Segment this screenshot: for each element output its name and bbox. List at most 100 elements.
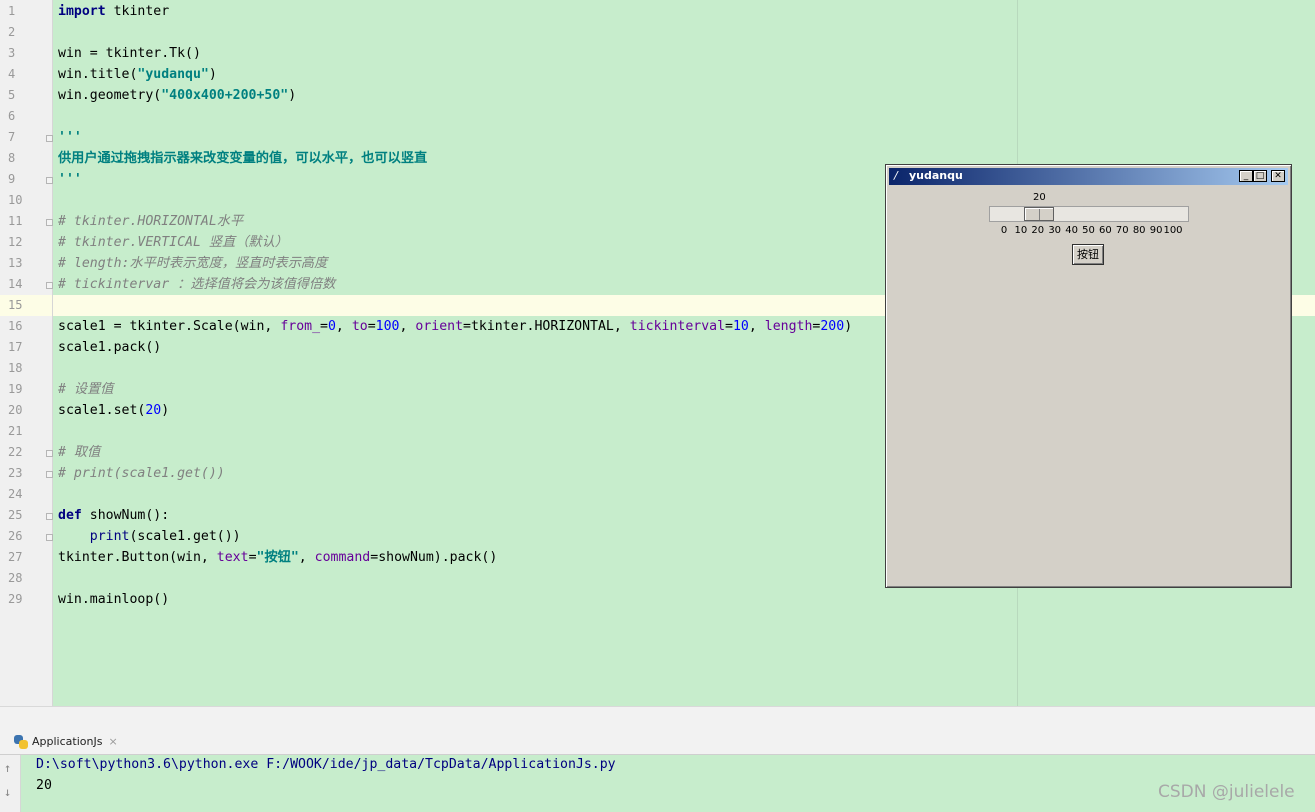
console-command-line: D:\soft\python3.6\python.exe F:/WOOK/ide… [36, 757, 616, 772]
fold-marker[interactable] [46, 450, 53, 457]
code-line[interactable]: # tickintervar ：选择值将会为该值得倍数 [58, 274, 335, 295]
code-line[interactable]: scale1.set(20) [58, 400, 169, 421]
fold-marker[interactable] [46, 219, 53, 226]
tk-window-titlebar[interactable]: / yudanqu _ □ ✕ [889, 168, 1288, 185]
close-button[interactable]: ✕ [1271, 170, 1285, 182]
code-token: # 设置值 [58, 382, 114, 397]
fold-marker[interactable] [46, 177, 53, 184]
code-line[interactable]: tkinter.Button(win, text="按钮", command=s… [58, 547, 497, 568]
scale-tick-label: 0 [1000, 225, 1008, 236]
console-output-line: 20 [36, 778, 52, 793]
scale-tick-label: 100 [1163, 225, 1183, 236]
fold-marker[interactable] [46, 135, 53, 142]
line-number: 4 [8, 67, 16, 81]
scale-trough[interactable] [989, 206, 1189, 222]
code-token: tkinter [105, 4, 170, 19]
maximize-button[interactable]: □ [1253, 170, 1267, 182]
line-number: 3 [8, 46, 16, 60]
code-token: scale1 = tkinter.Scale(win, [58, 319, 281, 334]
code-token: "按钮" [256, 550, 299, 565]
code-token: tickinterval [629, 319, 726, 334]
code-token: , [748, 319, 765, 334]
code-token: = [320, 319, 328, 334]
scale-tick-label: 10 [1014, 225, 1028, 236]
code-line[interactable]: 供用户通过拖拽指示器来改变变量的值，可以水平，也可以竖直 [58, 148, 427, 169]
code-token: to [351, 319, 368, 334]
fold-marker[interactable] [46, 534, 53, 541]
line-number: 11 [8, 214, 23, 228]
scale-slider-handle[interactable] [1024, 207, 1054, 221]
tab-applicationjs[interactable]: ApplicationJs × [8, 732, 124, 752]
code-line[interactable]: def showNum(): [58, 505, 169, 526]
code-token: "400x400+200+50" [161, 88, 289, 103]
code-line[interactable]: import tkinter [58, 1, 169, 22]
console-toolbar: ↑ ↓ [0, 755, 21, 812]
code-token: # 取值 [58, 445, 101, 460]
code-line[interactable]: # 取值 [58, 442, 100, 463]
code-line[interactable]: # print(scale1.get()) [58, 463, 225, 484]
code-line[interactable]: # tkinter.VERTICAL 竖直（默认） [58, 232, 288, 253]
code-token: from_ [280, 319, 321, 334]
code-token: (scale1.get()) [129, 529, 241, 544]
line-number: 8 [8, 151, 16, 165]
code-line[interactable]: win.mainloop() [58, 589, 169, 610]
line-number: 13 [8, 256, 23, 270]
code-line[interactable]: scale1 = tkinter.Scale(win, from_=0, to=… [58, 316, 852, 337]
code-line[interactable]: ''' [58, 127, 82, 148]
line-number: 21 [8, 424, 23, 438]
fold-marker[interactable] [46, 471, 53, 478]
code-token: win.mainloop() [58, 592, 170, 607]
panel-divider[interactable] [0, 706, 1315, 729]
line-number: 29 [8, 592, 23, 606]
run-console[interactable]: ↑ ↓ D:\soft\python3.6\python.exe F:/WOOK… [0, 755, 1315, 812]
code-token: 10 [732, 319, 749, 334]
line-number: 14 [8, 277, 23, 291]
tk-app-window[interactable]: / yudanqu _ □ ✕ 20 0 10 20 30 40 50 60 70 80 90 10… [885, 164, 1292, 588]
line-number: 22 [8, 445, 23, 459]
code-token: = [367, 319, 376, 334]
down-arrow-icon[interactable]: ↓ [4, 785, 11, 799]
close-icon[interactable]: × [108, 735, 117, 748]
line-number: 15 [8, 298, 23, 312]
fold-marker[interactable] [46, 513, 53, 520]
code-line[interactable]: ''' [58, 169, 82, 190]
code-token: "yudanqu" [137, 67, 209, 82]
code-token: 0 [327, 319, 336, 334]
scale-tick-label: 30 [1048, 225, 1062, 236]
code-line[interactable]: win = tkinter.Tk() [58, 43, 201, 64]
line-number: 2 [8, 25, 16, 39]
code-token: # tickintervar ：选择值将会为该值得倍数 [58, 277, 336, 292]
code-token: =tkinter.HORIZONTAL, [463, 319, 630, 334]
code-token: , [335, 319, 352, 334]
code-token: ) [161, 403, 170, 418]
code-line[interactable]: print(scale1.get()) [58, 526, 241, 547]
up-arrow-icon[interactable]: ↑ [4, 761, 11, 775]
code-line[interactable]: scale1.pack() [58, 337, 161, 358]
line-number: 17 [8, 340, 23, 354]
line-number: 24 [8, 487, 23, 501]
code-line[interactable]: # tkinter.HORIZONTAL水平 [58, 211, 243, 232]
code-token: scale1.pack() [58, 340, 162, 355]
action-button[interactable]: 按钮 [1072, 244, 1104, 265]
code-token: win = tkinter.Tk() [58, 46, 201, 61]
code-line[interactable]: # length:水平时表示宽度，竖直时表示高度 [58, 253, 327, 274]
code-line[interactable]: # 设置值 [58, 379, 113, 400]
code-token: 供用户通过拖拽指示器来改变变量的值，可以水平，也可以竖直 [58, 151, 428, 166]
code-token: # tkinter.HORIZONTAL水平 [58, 214, 244, 229]
code-line[interactable]: win.geometry("400x400+200+50") [58, 85, 296, 106]
line-number: 12 [8, 235, 23, 249]
fold-marker[interactable] [46, 282, 53, 289]
code-token: length [764, 319, 813, 334]
code-line[interactable]: win.title("yudanqu") [58, 64, 217, 85]
code-token: win.geometry( [58, 88, 162, 103]
minimize-button[interactable]: _ [1239, 170, 1253, 182]
code-token: ) [288, 88, 297, 103]
scale-tick-label: 40 [1065, 225, 1078, 236]
scale-tick-label: 70 [1115, 225, 1129, 236]
code-token: 200 [820, 319, 845, 334]
scale-tick-label: 50 [1082, 225, 1095, 236]
line-number: 1 [8, 4, 16, 18]
run-tool-window-tabs: ApplicationJs × [0, 728, 1315, 755]
code-token: command [314, 550, 371, 565]
